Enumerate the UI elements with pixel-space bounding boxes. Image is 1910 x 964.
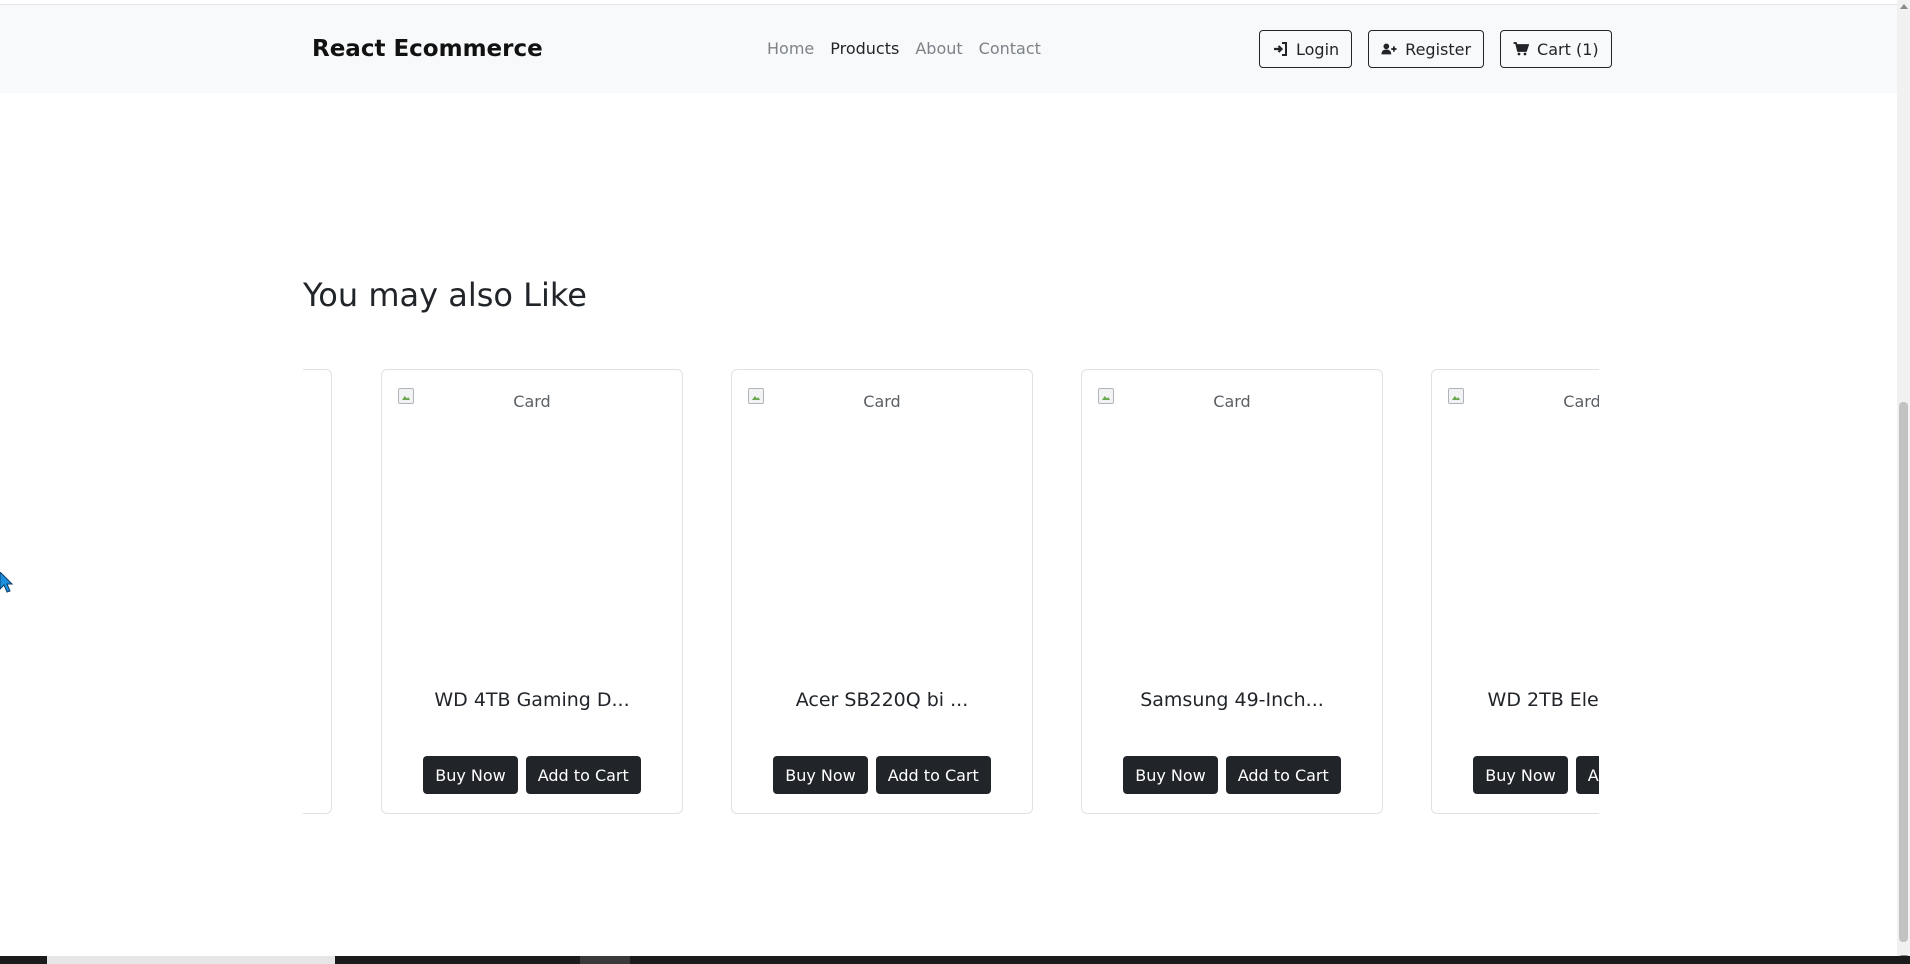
user-plus-icon	[1381, 41, 1397, 57]
scroll-up-arrow-icon[interactable]	[1900, 4, 1908, 9]
page: React Ecommerce Home Products About Cont…	[0, 0, 1910, 964]
brand-logo[interactable]: React Ecommerce	[312, 36, 543, 62]
product-card: Card WD 2TB Elements... Buy Now Add to C…	[1431, 369, 1599, 814]
card-actions: Buy Now Add to Cart	[1432, 756, 1599, 794]
add-to-cart-button[interactable]: Add to Cart	[1225, 756, 1341, 794]
product-card: Card Samsung 49-Inch... Buy Now Add to C…	[1081, 369, 1383, 814]
product-image: Card	[1098, 388, 1366, 648]
product-image: Card	[1448, 388, 1599, 648]
register-label: Register	[1405, 39, 1472, 59]
card-actions: Buy Now Add to Cart	[732, 756, 1032, 794]
cart-button[interactable]: Cart (1)	[1500, 30, 1612, 68]
image-alt-text: Card	[863, 392, 901, 411]
taskbar-item[interactable]	[580, 956, 630, 964]
add-to-cart-button[interactable]: Add to Cart	[1575, 756, 1599, 794]
product-title: Samsung 49-Inch...	[1140, 689, 1324, 711]
scrollbar-thumb[interactable]	[1899, 402, 1908, 942]
product-card: Card WD 4TB Gaming D... Buy Now Add to C…	[381, 369, 683, 814]
taskbar	[0, 956, 1910, 964]
product-carousel[interactable]: Card WD 4TB Gaming D... Buy Now Add to C…	[303, 369, 1599, 814]
product-title: Acer SB220Q bi ...	[795, 689, 969, 711]
broken-image-icon	[1098, 388, 1114, 404]
image-alt-text: Card	[1563, 392, 1599, 411]
product-title: WD 4TB Gaming D...	[434, 689, 630, 711]
mouse-cursor-icon	[0, 572, 14, 593]
vertical-scrollbar[interactable]	[1897, 0, 1910, 964]
buy-now-button[interactable]: Buy Now	[773, 756, 868, 794]
section-title: You may also Like	[303, 276, 587, 314]
buy-now-button[interactable]: Buy Now	[1473, 756, 1568, 794]
broken-image-icon	[1448, 388, 1464, 404]
card-actions: Buy Now Add to Cart	[382, 756, 682, 794]
nav-buttons: Login Register Cart (1)	[1259, 30, 1612, 68]
login-label: Login	[1296, 39, 1340, 59]
register-button[interactable]: Register	[1368, 30, 1485, 68]
add-to-cart-button[interactable]: Add to Cart	[525, 756, 641, 794]
buy-now-button[interactable]: Buy Now	[423, 756, 518, 794]
nav-links: Home Products About Contact	[767, 39, 1041, 58]
product-title: WD 2TB Elements...	[1487, 689, 1599, 711]
nav-link-about[interactable]: About	[915, 39, 962, 58]
buy-now-button[interactable]: Buy Now	[1123, 756, 1218, 794]
image-alt-text: Card	[1213, 392, 1251, 411]
navbar: React Ecommerce Home Products About Cont…	[0, 5, 1908, 93]
broken-image-icon	[748, 388, 764, 404]
sign-in-icon	[1272, 41, 1288, 57]
product-image: Card	[748, 388, 1016, 648]
login-button[interactable]: Login	[1259, 30, 1353, 68]
product-card-partial	[303, 369, 332, 814]
broken-image-icon	[398, 388, 414, 404]
taskbar-item[interactable]	[47, 956, 335, 964]
product-image: Card	[398, 388, 666, 648]
card-actions: Buy Now Add to Cart	[1082, 756, 1382, 794]
add-to-cart-button[interactable]: Add to Cart	[875, 756, 991, 794]
image-alt-text: Card	[513, 392, 551, 411]
nav-link-products[interactable]: Products	[830, 39, 899, 58]
shopping-cart-icon	[1513, 41, 1530, 57]
cart-label: Cart (1)	[1537, 39, 1599, 59]
product-card: Card Acer SB220Q bi ... Buy Now Add to C…	[731, 369, 1033, 814]
nav-link-home[interactable]: Home	[767, 39, 814, 58]
nav-link-contact[interactable]: Contact	[979, 39, 1041, 58]
